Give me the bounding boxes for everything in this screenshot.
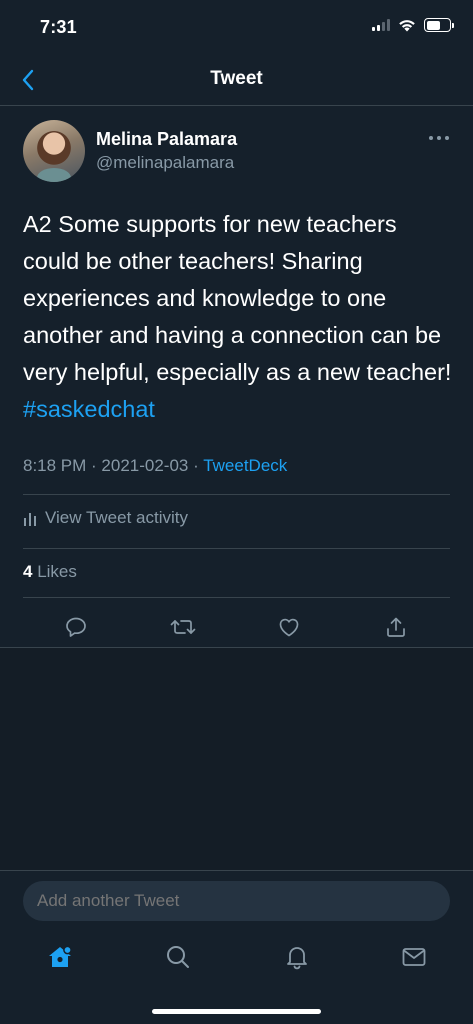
tab-notifications[interactable] [282, 942, 312, 972]
likes-count-link[interactable]: 4 Likes [23, 562, 77, 582]
avatar[interactable] [23, 120, 85, 182]
tab-home[interactable] [45, 942, 75, 972]
add-tweet-input[interactable] [23, 881, 450, 921]
tweet-actions [0, 608, 473, 644]
page-title: Tweet [210, 68, 263, 89]
tweet-meta: 8:18 PM · 2021-02-03 · TweetDeck [23, 456, 287, 476]
divider [23, 548, 450, 549]
reply-button[interactable] [63, 614, 89, 640]
tab-search[interactable] [163, 942, 193, 972]
divider [23, 494, 450, 495]
notifications-icon [287, 947, 307, 970]
empty-replies-area [0, 648, 473, 870]
more-options-button[interactable] [429, 128, 449, 148]
tab-messages[interactable] [399, 942, 429, 972]
like-button[interactable] [276, 614, 302, 640]
cellular-signal-icon [372, 19, 390, 31]
navigation-bar: Tweet [0, 54, 473, 106]
activity-label: View Tweet activity [45, 508, 188, 527]
retweet-icon [170, 620, 196, 634]
share-icon [387, 617, 405, 637]
meta-separator: · [86, 456, 102, 475]
battery-icon [424, 18, 454, 32]
likes-label: Likes [37, 562, 77, 581]
bottom-tab-bar [0, 924, 473, 1024]
retweet-button[interactable] [170, 614, 196, 640]
activity-icon [24, 513, 36, 526]
meta-separator: · [188, 456, 204, 475]
likes-count: 4 [23, 562, 33, 581]
view-activity-button[interactable]: View Tweet activity [23, 508, 188, 528]
status-time: 7:31 [40, 17, 77, 37]
hashtag-link[interactable]: #saskedchat [23, 396, 155, 422]
tweet-body: A2 Some supports for new teachers could … [23, 211, 452, 385]
author-handle[interactable]: @melinapalamara [96, 153, 234, 173]
wifi-icon [399, 20, 415, 32]
reply-bar [0, 870, 473, 924]
author-display-name[interactable]: Melina Palamara [96, 129, 237, 150]
more-icon [429, 136, 433, 140]
search-icon [167, 946, 189, 968]
tweet-time: 8:18 PM [23, 456, 87, 475]
tweet-date: 2021-02-03 [101, 456, 189, 475]
status-bar: 7:31 [0, 0, 473, 54]
share-button[interactable] [383, 614, 409, 640]
divider [23, 597, 450, 598]
tweet-source-link[interactable]: TweetDeck [203, 456, 287, 475]
like-icon [279, 618, 299, 637]
reply-icon [66, 617, 86, 637]
messages-icon [402, 948, 426, 966]
tweet-text: A2 Some supports for new teachers could … [23, 206, 453, 428]
home-icon [49, 945, 72, 967]
status-icons [372, 18, 454, 32]
home-indicator [152, 1009, 321, 1014]
